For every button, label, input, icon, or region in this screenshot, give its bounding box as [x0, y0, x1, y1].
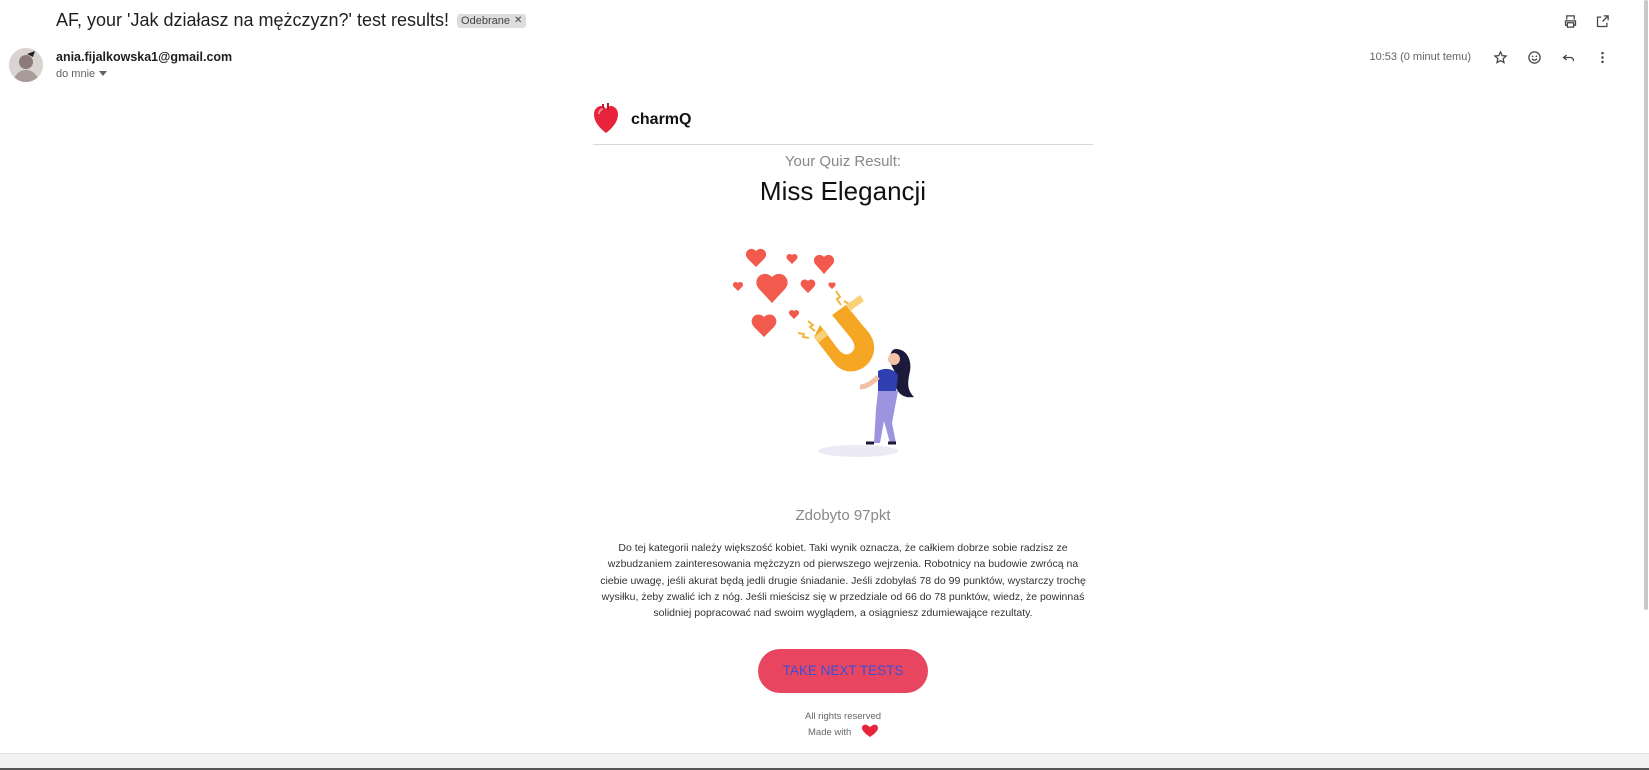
score-text: Zdobyto 97pkt — [795, 507, 891, 524]
recipient-toggle[interactable]: do mnie — [56, 68, 108, 80]
footer-made-with-text: Made with — [808, 727, 852, 739]
subject-row: AF, your 'Jak działasz na mężczyzn?' tes… — [56, 10, 527, 31]
heart-icon — [861, 724, 878, 743]
result-description: Do tej kategorii należy większość kobiet… — [600, 542, 1086, 620]
quiz-label: Your Quiz Result: — [784, 153, 902, 170]
recipient-text: do mnie — [56, 68, 96, 80]
scrollbar[interactable] — [1640, 0, 1649, 770]
bottom-edge — [0, 753, 1649, 770]
reply-icon[interactable] — [1559, 48, 1577, 66]
cta-wrapper: TAKE NEXT TESTS — [593, 649, 1093, 694]
remove-label-icon[interactable]: ✕ — [514, 15, 522, 26]
top-toolbar — [1561, 12, 1611, 30]
magnet-illustration — [732, 248, 914, 457]
print-icon[interactable] — [1561, 12, 1579, 30]
scrollbar-thumb[interactable] — [1644, 0, 1648, 610]
footer-made-with: Made with — [593, 724, 1093, 743]
take-next-tests-button[interactable]: TAKE NEXT TESTS — [758, 649, 928, 694]
footer-rights: All rights reserved — [804, 711, 882, 723]
footer: All rights reserved Made with — [593, 709, 1093, 743]
brand-header: charmQ — [593, 96, 1093, 145]
star-icon[interactable] — [1491, 48, 1509, 66]
message-body: charmQ Your Quiz Result: Miss Elegancji — [593, 96, 1093, 743]
more-vert-icon[interactable] — [1593, 48, 1611, 66]
label-chip-text: Odebrane — [461, 14, 510, 27]
label-chip[interactable]: Odebrane ✕ — [457, 13, 527, 28]
email-subject: AF, your 'Jak działasz na mężczyzn?' tes… — [56, 10, 450, 30]
heart-logo-icon — [593, 102, 619, 139]
emoji-icon[interactable] — [1525, 48, 1543, 66]
sender-email: ania.fijalkowska1@gmail.com — [56, 50, 233, 64]
open-in-new-icon[interactable] — [1593, 12, 1611, 30]
avatar[interactable] — [9, 48, 43, 82]
timestamp: 10:53 (0 minut temu) — [1369, 51, 1472, 63]
brand-name: charmQ — [631, 111, 692, 128]
result-title: Miss Elegancji — [759, 176, 927, 206]
chevron-down-icon — [99, 68, 108, 80]
message-actions: 10:53 (0 minut temu) — [1370, 48, 1612, 66]
